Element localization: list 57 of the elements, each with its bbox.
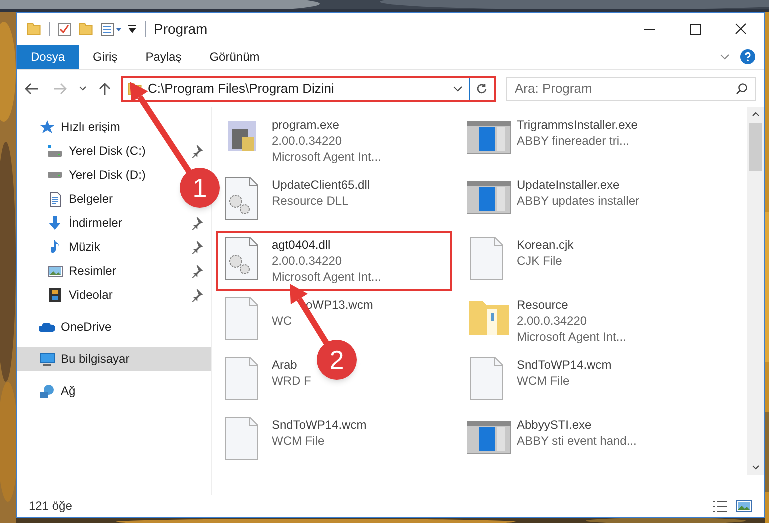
- file-detail: ABBY updates installer: [517, 193, 640, 209]
- sidebar-item[interactable]: Hızlı erişim: [17, 115, 124, 139]
- file-item[interactable]: Korean.cjk CJK File: [461, 231, 578, 291]
- sidebar-item[interactable]: OneDrive: [17, 315, 116, 339]
- sidebar-item[interactable]: Müzik: [17, 235, 211, 259]
- file-item[interactable]: program.exe 2.00.0.34220 Microsoft Agent Int...: [216, 111, 386, 171]
- file-detail: ABBY finereader tri...: [517, 133, 630, 149]
- search-field[interactable]: Ara: Program: [506, 76, 756, 100]
- ribbon-tab[interactable]: Paylaş: [132, 45, 196, 69]
- file-name: program.exe: [272, 117, 340, 133]
- file-name: UpdateClient65.dll: [272, 177, 370, 193]
- ribbon-tab[interactable]: Görünüm: [196, 45, 274, 69]
- file-detail: WCM File: [517, 373, 571, 389]
- sidebar-item[interactable]: Yerel Disk (C:): [17, 139, 211, 163]
- file-item[interactable]: Arab WRD F: [216, 351, 316, 411]
- file-name: SndToWP14.wcm: [517, 357, 612, 373]
- file-name: Resource: [517, 297, 570, 313]
- ribbon-tab[interactable]: Giriş: [79, 45, 132, 69]
- file-item[interactable]: TrigrammsInstaller.exe ABBY finereader tri...: [461, 111, 642, 171]
- sidebar-item[interactable]: Bu bilgisayar: [17, 347, 211, 371]
- item-count: 121 öğe: [29, 498, 72, 515]
- file-item[interactable]: Resource 2.00.0.34220 Microsoft Agent Int...: [461, 291, 630, 351]
- file-name: UpdateInstaller.exe: [517, 177, 621, 193]
- window-title: Program: [154, 20, 208, 39]
- file-detail: 2.00.0.34220: [272, 253, 344, 269]
- sidebar-item[interactable]: İndirmeler: [17, 211, 211, 235]
- ribbon-tab[interactable]: Dosya: [17, 45, 80, 69]
- file-detail: CJK File: [517, 253, 564, 269]
- sidebar-item[interactable]: Ağ: [17, 379, 80, 403]
- file-name: Arab: [272, 357, 298, 373]
- file-item[interactable]: SndToWP14.wcm WCM File: [461, 351, 616, 411]
- file-detail: ABBY sti event hand...: [517, 433, 637, 449]
- file-name: agt0404.dll: [272, 237, 332, 253]
- file-name: TrigrammsInstaller.exe: [517, 117, 638, 133]
- file-item[interactable]: agt0404.dll 2.00.0.34220 Microsoft Agent Int...: [216, 231, 452, 291]
- file-detail: Microsoft Agent Int...: [272, 149, 382, 165]
- sidebar-item[interactable]: Yerel Disk (D:): [17, 163, 150, 187]
- file-detail: Resource DLL: [272, 193, 350, 209]
- file-detail: Microsoft Agent Int...: [517, 329, 626, 345]
- file-detail: 2.00.0.34220: [272, 133, 344, 149]
- file-name: SndToWP14.wcm: [272, 417, 367, 433]
- file-name: Korean.cjk: [517, 237, 574, 253]
- file-name: AbbyySTI.exe: [517, 417, 593, 433]
- file-detail: Microsoft Agent Int...: [272, 269, 382, 285]
- file-detail: WRD F: [272, 373, 312, 389]
- file-detail: WCM File: [272, 433, 326, 449]
- file-detail: 2.00.0.34220: [517, 313, 588, 329]
- sidebar-item[interactable]: Resimler: [17, 259, 211, 283]
- address-bar[interactable]: C:\Program Files\Program Dizini: [121, 76, 496, 102]
- file-item[interactable]: AbbyySTI.exe ABBY sti event hand...: [461, 411, 641, 471]
- file-detail: WC: [272, 313, 293, 329]
- file-item[interactable]: UpdateInstaller.exe ABBY updates installer: [461, 171, 644, 231]
- address-path: C:\Program Files\Program Dizini: [148, 80, 334, 98]
- file-name: oWP13.wcm: [306, 297, 374, 313]
- file-item[interactable]: SndToWP14.wcm WCM File: [216, 411, 371, 471]
- sidebar-item[interactable]: Belgeler: [17, 187, 118, 211]
- sidebar-item[interactable]: Videolar: [17, 283, 211, 307]
